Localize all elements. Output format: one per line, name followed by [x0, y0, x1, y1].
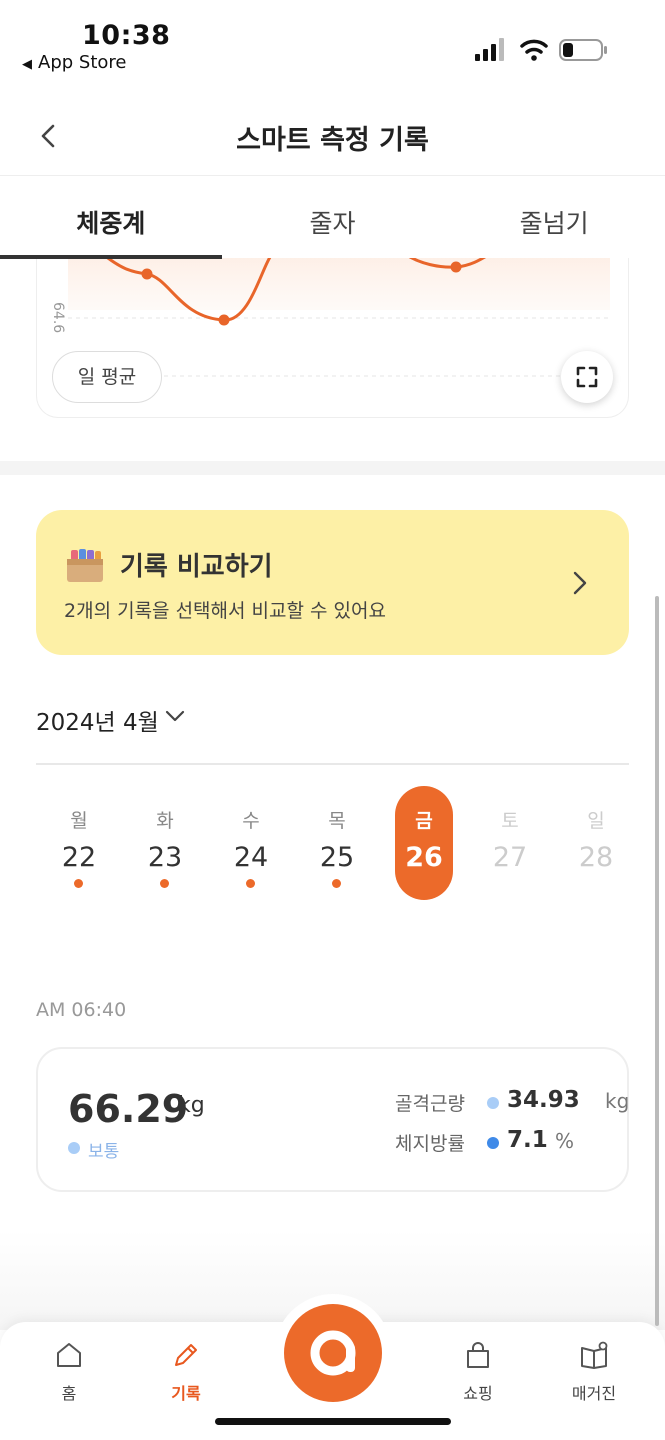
day-cell-future: 일 28 [567, 786, 625, 900]
day-date: 27 [492, 842, 528, 873]
section-divider [0, 461, 665, 475]
nav-shopping[interactable]: 쇼핑 [438, 1340, 518, 1404]
day-weekday: 일 [587, 810, 605, 832]
banner-subtitle: 2개의 기록을 선택해서 비교할 수 있어요 [64, 600, 386, 622]
day-cell[interactable]: 월 22 [50, 786, 108, 900]
home-indicator [215, 1418, 451, 1425]
box-icon [67, 549, 103, 582]
weight-status: 보통 [88, 1142, 120, 1162]
center-app-button[interactable] [284, 1304, 382, 1402]
active-tab-indicator [0, 255, 222, 259]
navigation-bar: 스마트 측정 기록 [0, 96, 665, 176]
nav-label: 매거진 [571, 1384, 617, 1403]
day-cell[interactable]: 목 25 [308, 786, 366, 900]
week-date-picker: 월 22 화 23 수 24 목 25 금 26 토 27 일 28 [36, 786, 629, 906]
back-app-label: App Store [38, 52, 127, 73]
day-cell-selected[interactable]: 금 26 [395, 786, 453, 900]
metric-body-fat: 체지방률 7.1 % [395, 1127, 631, 1159]
day-weekday: 목 [328, 810, 346, 832]
day-date: 26 [405, 842, 443, 873]
chart-point [450, 261, 462, 273]
nav-magazine[interactable]: 매거진 [554, 1340, 634, 1404]
day-date: 28 [578, 842, 614, 873]
metric-skeletal-muscle: 골격근량 34.93 kg [395, 1087, 631, 1119]
record-dot [160, 879, 169, 888]
day-date: 23 [147, 842, 183, 873]
day-cell[interactable]: 화 23 [136, 786, 194, 900]
measurement-tabs: 체중계 줄자 줄넘기 [0, 180, 665, 258]
day-weekday: 금 [415, 810, 433, 832]
metric-label: 체지방률 [395, 1133, 465, 1155]
record-dot [246, 879, 255, 888]
nav-home[interactable]: 홈 [29, 1340, 109, 1404]
day-cell-future: 토 27 [481, 786, 539, 900]
record-time: AM 06:40 [36, 999, 127, 1021]
metric-unit: % [555, 1129, 575, 1153]
day-date: 25 [319, 842, 355, 873]
magazine-icon [581, 1341, 608, 1369]
day-weekday: 토 [501, 810, 519, 832]
expand-icon [576, 366, 598, 388]
scrollbar[interactable] [655, 596, 659, 1326]
compare-records-banner[interactable]: 기록 비교하기 2개의 기록을 선택해서 비교할 수 있어요 [36, 510, 629, 655]
signal-icon [475, 38, 504, 61]
record-dot [74, 879, 83, 888]
day-cell[interactable]: 수 24 [222, 786, 280, 900]
chart-point [218, 314, 230, 326]
metric-value: 34.93 [507, 1087, 580, 1113]
chart-y-tick-label: 64.6 [50, 302, 66, 334]
weight-unit: kg [178, 1093, 205, 1118]
expand-chart-button[interactable] [561, 351, 613, 403]
month-selector[interactable]: 2024년 4월 [36, 703, 159, 737]
weight-value: 66.29 [68, 1087, 189, 1131]
day-date: 22 [61, 842, 97, 873]
back-to-app-link[interactable]: ◀ App Store [22, 52, 126, 73]
metric-unit: kg [605, 1089, 630, 1113]
daily-average-toggle[interactable]: 일 평균 [52, 351, 162, 403]
home-icon [57, 1343, 81, 1367]
divider [36, 763, 629, 765]
status-icons [475, 38, 607, 61]
chart-point [141, 268, 153, 280]
day-weekday: 수 [242, 810, 260, 832]
metric-dot [487, 1097, 499, 1109]
record-card[interactable]: 66.29 kg 보통 골격근량 34.93 kg 체지방률 7.1 % [36, 1047, 629, 1192]
nav-label: 쇼핑 [463, 1384, 493, 1403]
status-dot [68, 1142, 80, 1154]
back-triangle-icon: ◀ [22, 57, 32, 72]
day-weekday: 화 [156, 810, 174, 832]
metric-value: 7.1 [507, 1127, 548, 1153]
banner-title: 기록 비교하기 [120, 552, 273, 582]
day-weekday: 월 [70, 810, 88, 832]
shopping-bag-icon [467, 1342, 489, 1368]
nav-records[interactable]: 기록 [146, 1340, 226, 1404]
status-bar: 10:38 ◀ App Store [0, 0, 665, 80]
tab-scale[interactable]: 체중계 [0, 180, 222, 258]
metric-dot [487, 1137, 499, 1149]
chevron-down-icon[interactable] [164, 708, 186, 724]
tab-tape-measure[interactable]: 줄자 [222, 180, 444, 258]
record-dot [332, 879, 341, 888]
chevron-right-icon [573, 571, 587, 595]
nav-label: 기록 [171, 1384, 201, 1403]
status-time: 10:38 [82, 20, 171, 51]
wifi-icon [520, 39, 548, 61]
pencil-icon [175, 1344, 197, 1366]
app-logo-icon [310, 1330, 356, 1376]
day-date: 24 [233, 842, 269, 873]
metric-label: 골격근량 [395, 1093, 465, 1115]
tab-jump-rope[interactable]: 줄넘기 [443, 180, 665, 258]
nav-label: 홈 [61, 1384, 77, 1403]
page-title: 스마트 측정 기록 [236, 125, 429, 156]
battery-icon [559, 39, 607, 61]
